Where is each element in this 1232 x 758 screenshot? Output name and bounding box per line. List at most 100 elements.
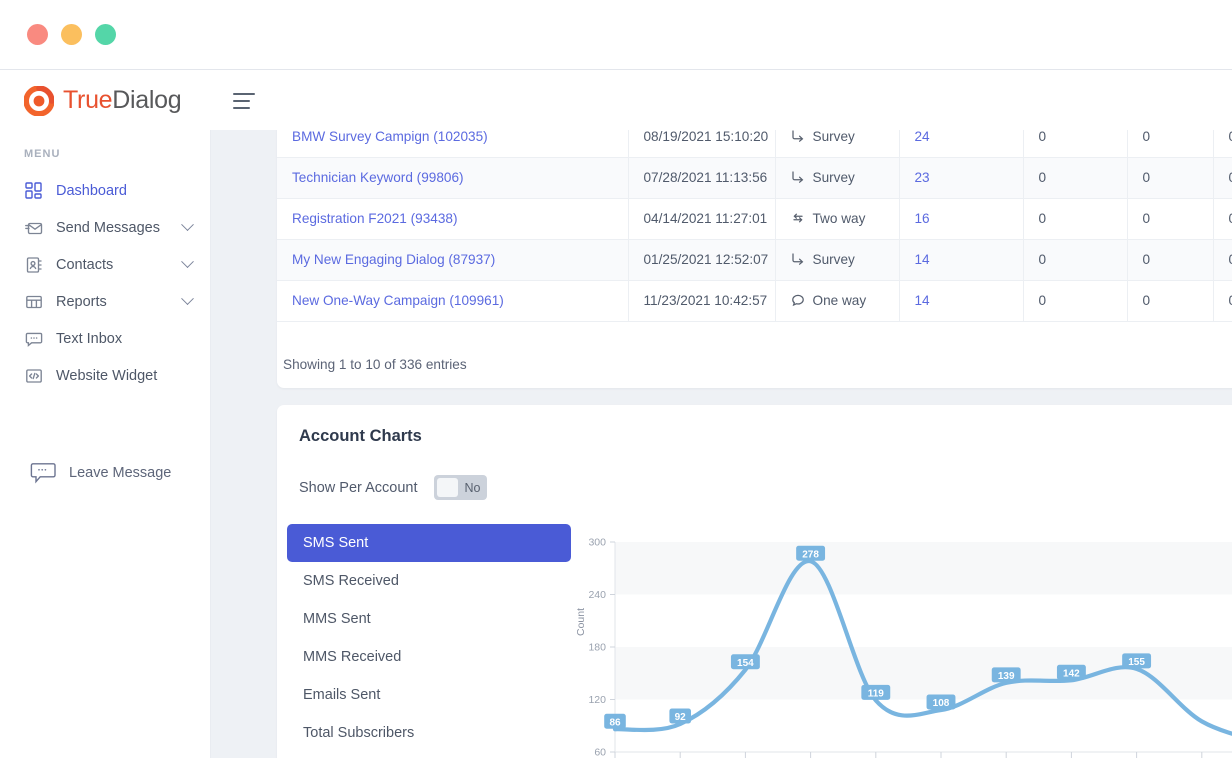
sidebar-item-label: Contacts xyxy=(56,256,114,273)
minimize-window-button[interactable] xyxy=(61,24,82,45)
close-window-button[interactable] xyxy=(27,24,48,45)
campaign-type: One way xyxy=(775,280,900,322)
sidebar-item-dashboard[interactable]: Dashboard xyxy=(0,172,210,209)
message-bubble-icon xyxy=(28,460,60,486)
sent-count-link[interactable]: 24 xyxy=(915,130,930,144)
send-mail-icon xyxy=(24,218,43,237)
campaign-type: Two way xyxy=(775,198,900,240)
tab-sms-sent[interactable]: SMS Sent xyxy=(287,524,571,562)
chat-icon xyxy=(24,329,43,348)
tab-label: Emails Sent xyxy=(303,687,381,703)
window-controls xyxy=(27,24,116,45)
campaign-type-label: Survey xyxy=(812,170,855,185)
survey-icon xyxy=(791,130,806,144)
account-charts-card: Account Charts Show Per Account No SMS S… xyxy=(277,405,1232,758)
sidebar-item-contacts[interactable]: Contacts xyxy=(0,246,210,283)
campaign-name-link[interactable]: New One-Way Campaign (109961) xyxy=(292,293,504,308)
sent-count-link[interactable]: 16 xyxy=(915,211,930,226)
campaign-type: Survey xyxy=(775,130,900,158)
campaign-type: Survey xyxy=(775,157,900,199)
tab-label: MMS Received xyxy=(303,649,402,665)
metric-2: 0 xyxy=(1127,239,1214,281)
logo-text-true: True xyxy=(63,86,113,114)
sidebar-section-label: MENU xyxy=(24,148,61,160)
sidebar-item-reports[interactable]: Reports xyxy=(0,283,210,320)
campaign-date: 07/28/2021 11:13:56 xyxy=(628,157,776,199)
truedialog-logo[interactable]: TrueDialog xyxy=(23,84,209,117)
chart-y-axis-label: Count xyxy=(575,607,587,636)
campaign-type: Survey xyxy=(775,239,900,281)
campaign-name-link[interactable]: Registration F2021 (93438) xyxy=(292,211,458,226)
campaign-date: 08/19/2021 15:10:20 xyxy=(628,130,776,158)
metric-3: 0 xyxy=(1213,130,1232,158)
chevron-down-icon xyxy=(181,255,194,269)
leave-message-widget[interactable]: Leave Message xyxy=(28,460,171,486)
tab-total-subscribers[interactable]: Total Subscribers xyxy=(287,714,571,752)
campaign-name-link[interactable]: My New Engaging Dialog (87937) xyxy=(292,252,495,267)
sidebar-item-send-messages[interactable]: Send Messages xyxy=(0,209,210,246)
campaign-name-link[interactable]: BMW Survey Campign (102035) xyxy=(292,130,488,144)
campaign-type-label: One way xyxy=(812,293,867,308)
tab-label: Total Subscribers xyxy=(303,725,415,741)
table-row[interactable]: Technician Keyword (99806) 07/28/2021 11… xyxy=(277,157,1232,199)
svg-text:60: 60 xyxy=(594,747,606,758)
metric-3: 0 xyxy=(1213,157,1232,199)
campaign-date: 01/25/2021 12:52:07 xyxy=(628,239,776,281)
svg-text:119: 119 xyxy=(868,688,885,699)
tab-label: MMS Sent xyxy=(303,611,371,627)
table-row[interactable]: BMW Survey Campign (102035) 08/19/2021 1… xyxy=(277,130,1232,158)
tab-sms-received[interactable]: SMS Received xyxy=(287,562,571,600)
svg-text:180: 180 xyxy=(588,642,606,654)
reports-icon xyxy=(24,292,43,311)
table-footer: Showing 1 to 10 of 336 entries ‹ 1 xyxy=(277,340,1232,388)
logo-ring-icon xyxy=(23,84,55,117)
campaign-name-link[interactable]: Technician Keyword (99806) xyxy=(292,170,464,185)
metric-2: 0 xyxy=(1127,157,1214,199)
svg-text:155: 155 xyxy=(1128,657,1145,668)
tab-mms-sent[interactable]: MMS Sent xyxy=(287,600,571,638)
tab-mms-received[interactable]: MMS Received xyxy=(287,638,571,676)
sidebar-item-label: Reports xyxy=(56,293,107,310)
logo-text-dialog: Dialog xyxy=(112,86,182,114)
tab-emails-sent[interactable]: Emails Sent xyxy=(287,676,571,714)
sent-count-link[interactable]: 14 xyxy=(915,252,930,267)
toggle-knob xyxy=(436,478,458,497)
svg-text:139: 139 xyxy=(998,671,1015,682)
app-header: TrueDialog xyxy=(0,71,1232,130)
metric-3: 0 xyxy=(1213,198,1232,240)
metric-1: 0 xyxy=(1023,239,1128,281)
show-per-account-label: Show Per Account xyxy=(299,479,418,496)
two-way-icon xyxy=(791,211,806,226)
metric-2: 0 xyxy=(1127,130,1214,158)
entries-summary: Showing 1 to 10 of 336 entries xyxy=(283,356,467,372)
campaign-type-label: Two way xyxy=(812,211,866,226)
main-content: BMW Survey Campign (102035) 08/19/2021 1… xyxy=(211,130,1232,758)
svg-text:86: 86 xyxy=(609,717,621,728)
sidebar-item-website-widget[interactable]: Website Widget xyxy=(0,357,210,394)
grid-icon xyxy=(24,181,43,200)
sidebar-item-text-inbox[interactable]: Text Inbox xyxy=(0,320,210,357)
chevron-down-icon xyxy=(181,292,194,306)
chart-canvas: 60 120 180 240 300 86 92 154 278 119 108 139 142 155 xyxy=(588,537,1232,758)
metric-1: 0 xyxy=(1023,130,1128,158)
sent-count-link[interactable]: 14 xyxy=(915,293,930,308)
tab-new-opt-outs[interactable]: New Opt-outs xyxy=(287,752,571,758)
sent-count-link[interactable]: 23 xyxy=(915,170,930,185)
metric-1: 0 xyxy=(1023,157,1128,199)
table-row[interactable]: New One-Way Campaign (109961) 11/23/2021… xyxy=(277,280,1232,322)
metric-1: 0 xyxy=(1023,198,1128,240)
show-per-account-toggle[interactable]: No xyxy=(433,475,487,500)
menu-toggle-icon[interactable] xyxy=(233,92,255,109)
svg-text:120: 120 xyxy=(588,694,606,706)
campaign-date: 04/14/2021 11:27:01 xyxy=(628,198,776,240)
table-row[interactable]: Registration F2021 (93438) 04/14/2021 11… xyxy=(277,198,1232,240)
campaigns-table: BMW Survey Campign (102035) 08/19/2021 1… xyxy=(277,130,1232,322)
zoom-window-button[interactable] xyxy=(95,24,116,45)
table-row[interactable]: My New Engaging Dialog (87937) 01/25/202… xyxy=(277,239,1232,281)
sidebar-item-label: Website Widget xyxy=(56,367,158,384)
metric-3: 0 xyxy=(1213,280,1232,322)
svg-text:108: 108 xyxy=(933,698,950,709)
svg-text:278: 278 xyxy=(802,549,819,560)
campaign-type-label: Survey xyxy=(812,252,855,267)
campaign-date: 11/23/2021 10:42:57 xyxy=(628,280,776,322)
